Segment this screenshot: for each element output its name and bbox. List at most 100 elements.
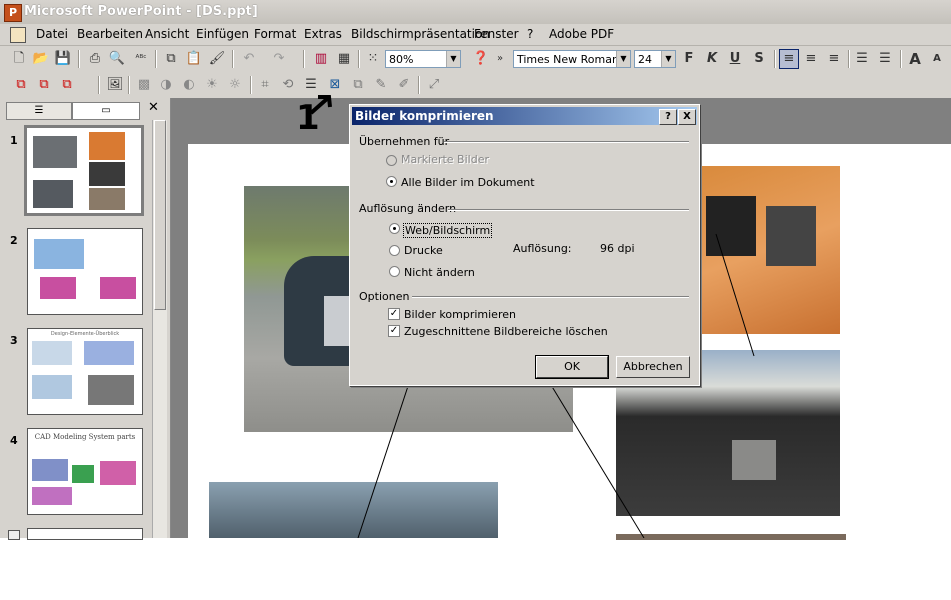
- menu-help[interactable]: ?: [527, 27, 533, 41]
- new-icon[interactable]: 🗋: [10, 50, 28, 68]
- shadow-button[interactable]: S: [750, 50, 768, 68]
- insert-picture-icon[interactable]: 🖼: [106, 76, 124, 94]
- dialog-title-bar: Bilder komprimieren ? X: [352, 107, 697, 125]
- help-icon[interactable]: ❓: [472, 50, 490, 68]
- radio-all-pictures[interactable]: [386, 176, 397, 187]
- pdf-review-icon[interactable]: ⧉: [58, 76, 76, 94]
- help-button[interactable]: ?: [659, 109, 677, 125]
- slide-thumbnail-3[interactable]: Design-Elemente-Überblick: [27, 328, 143, 415]
- align-right-icon[interactable]: ≡: [825, 50, 843, 68]
- scrollbar-thumb[interactable]: [154, 120, 166, 310]
- italic-button[interactable]: K: [703, 50, 721, 68]
- chevron-down-icon[interactable]: ▼: [616, 51, 630, 67]
- radio-web-screen[interactable]: [389, 223, 400, 234]
- rotate-icon[interactable]: ⟲: [279, 76, 297, 94]
- close-panel-button[interactable]: ✕: [148, 100, 159, 115]
- zoom-value: 80%: [389, 53, 414, 66]
- panel-scrollbar[interactable]: [152, 120, 167, 538]
- slide-thumbnail-1[interactable]: [24, 125, 144, 216]
- format-painter-icon[interactable]: 🖌: [208, 50, 226, 68]
- slide-checkbox[interactable]: [8, 530, 20, 540]
- set-transparent-icon[interactable]: ✐: [395, 76, 413, 94]
- slide-number: 1: [10, 134, 18, 147]
- toolbar-options-icon[interactable]: »: [491, 50, 509, 68]
- menu-format[interactable]: Format: [254, 27, 296, 41]
- grow-font-icon[interactable]: A: [906, 50, 924, 68]
- group-options-label: Optionen: [359, 290, 410, 303]
- checkbox-compress[interactable]: ✓: [388, 308, 400, 320]
- print-icon[interactable]: ⎙: [86, 50, 104, 68]
- menu-bar: Datei Bearbeiten Ansicht Einfügen Format…: [0, 24, 951, 46]
- pdf-convert-icon[interactable]: ⧉: [12, 76, 30, 94]
- save-icon[interactable]: 💾: [54, 50, 72, 68]
- menu-datei[interactable]: Datei: [36, 27, 68, 41]
- table-icon[interactable]: ▦: [335, 50, 353, 68]
- pdf-email-icon[interactable]: ⧉: [35, 76, 53, 94]
- more-brightness-icon[interactable]: ☀: [203, 76, 221, 94]
- color-icon[interactable]: ▩: [135, 76, 153, 94]
- bold-button[interactable]: F: [680, 50, 698, 68]
- slide-thumbnail-2[interactable]: [27, 228, 143, 315]
- less-contrast-icon[interactable]: ◐: [180, 76, 198, 94]
- shrink-font-icon[interactable]: A: [928, 50, 946, 68]
- more-contrast-icon[interactable]: ◑: [157, 76, 175, 94]
- font-size-value: 24: [638, 53, 652, 66]
- menu-ansicht[interactable]: Ansicht: [145, 27, 189, 41]
- slide-thumbnail-4[interactable]: CAD Modeling System parts: [27, 428, 143, 515]
- document-icon[interactable]: [10, 27, 26, 43]
- radio-selected-pictures[interactable]: [386, 155, 397, 166]
- compress-pictures-dialog: Bilder komprimieren ? X Übernehmen für M…: [349, 104, 700, 386]
- slide-thumbnail-5[interactable]: [27, 528, 143, 540]
- redo-icon[interactable]: ↷: [270, 50, 288, 68]
- title-bar: P Microsoft PowerPoint - [DS.ppt]: [0, 0, 951, 24]
- group-resolution-label: Auflösung ändern: [359, 202, 457, 215]
- chart-icon[interactable]: ▥: [312, 50, 330, 68]
- group-apply-label: Übernehmen für: [359, 135, 450, 148]
- label-web-screen: Web/Bildschirm: [403, 223, 493, 238]
- undo-icon[interactable]: ↶: [240, 50, 258, 68]
- close-button[interactable]: X: [678, 109, 696, 125]
- checkbox-delete-cropped[interactable]: ✓: [388, 325, 400, 337]
- recolor-icon[interactable]: ⧉: [349, 76, 367, 94]
- menu-adobe-pdf[interactable]: Adobe PDF: [549, 27, 614, 41]
- align-left-icon[interactable]: ≡: [779, 49, 799, 69]
- underline-button[interactable]: U: [726, 50, 744, 68]
- menu-extras[interactable]: Extras: [304, 27, 342, 41]
- tab-slides[interactable]: ▭: [72, 102, 140, 120]
- align-center-icon[interactable]: ≡: [802, 50, 820, 68]
- radio-print[interactable]: [389, 245, 400, 256]
- tab-outline[interactable]: ☰: [6, 102, 72, 120]
- print-preview-icon[interactable]: 🔍: [108, 50, 126, 68]
- menu-einfuegen[interactable]: Einfügen: [196, 27, 249, 41]
- font-name-value: Times New Roman: [517, 53, 619, 66]
- font-name-combo[interactable]: Times New Roman ▼: [513, 50, 631, 68]
- open-icon[interactable]: 📂: [32, 50, 50, 68]
- spelling-icon[interactable]: ᴬᴮᶜ: [132, 50, 150, 68]
- menu-bildschirmpraesentation[interactable]: Bildschirmpräsentation: [351, 27, 490, 41]
- format-picture-icon[interactable]: ✎: [372, 76, 390, 94]
- copy-icon[interactable]: ⧉: [162, 50, 180, 68]
- line-style-icon[interactable]: ☰: [302, 76, 320, 94]
- menu-bearbeiten[interactable]: Bearbeiten: [77, 27, 143, 41]
- reset-picture-icon[interactable]: ⤢: [425, 76, 443, 94]
- menu-fenster[interactable]: Fenster: [474, 27, 519, 41]
- bullets-icon[interactable]: ☰: [876, 50, 894, 68]
- chevron-down-icon[interactable]: ▼: [661, 51, 675, 67]
- zoom-combo[interactable]: 80% ▼: [385, 50, 461, 68]
- powerpoint-icon[interactable]: P: [4, 4, 22, 22]
- ok-button[interactable]: OK: [535, 355, 609, 379]
- numbering-icon[interactable]: ☰: [853, 50, 871, 68]
- radio-no-change[interactable]: [389, 266, 400, 277]
- label-selected-pictures: Markierte Bilder: [401, 153, 489, 166]
- cancel-button[interactable]: Abbrechen: [616, 356, 690, 378]
- chevron-down-icon[interactable]: ▼: [446, 51, 460, 67]
- paste-icon[interactable]: 📋: [185, 50, 203, 68]
- compress-pictures-icon[interactable]: ⊠: [326, 76, 344, 94]
- outline-icon: ☰: [34, 105, 44, 116]
- less-brightness-icon[interactable]: ☼: [226, 76, 244, 94]
- grid-icon[interactable]: ⁙: [364, 50, 382, 68]
- slide-number: 4: [10, 434, 18, 447]
- resolution-value: 96 dpi: [600, 242, 635, 255]
- font-size-combo[interactable]: 24 ▼: [634, 50, 676, 68]
- crop-icon[interactable]: ⌗: [256, 76, 274, 94]
